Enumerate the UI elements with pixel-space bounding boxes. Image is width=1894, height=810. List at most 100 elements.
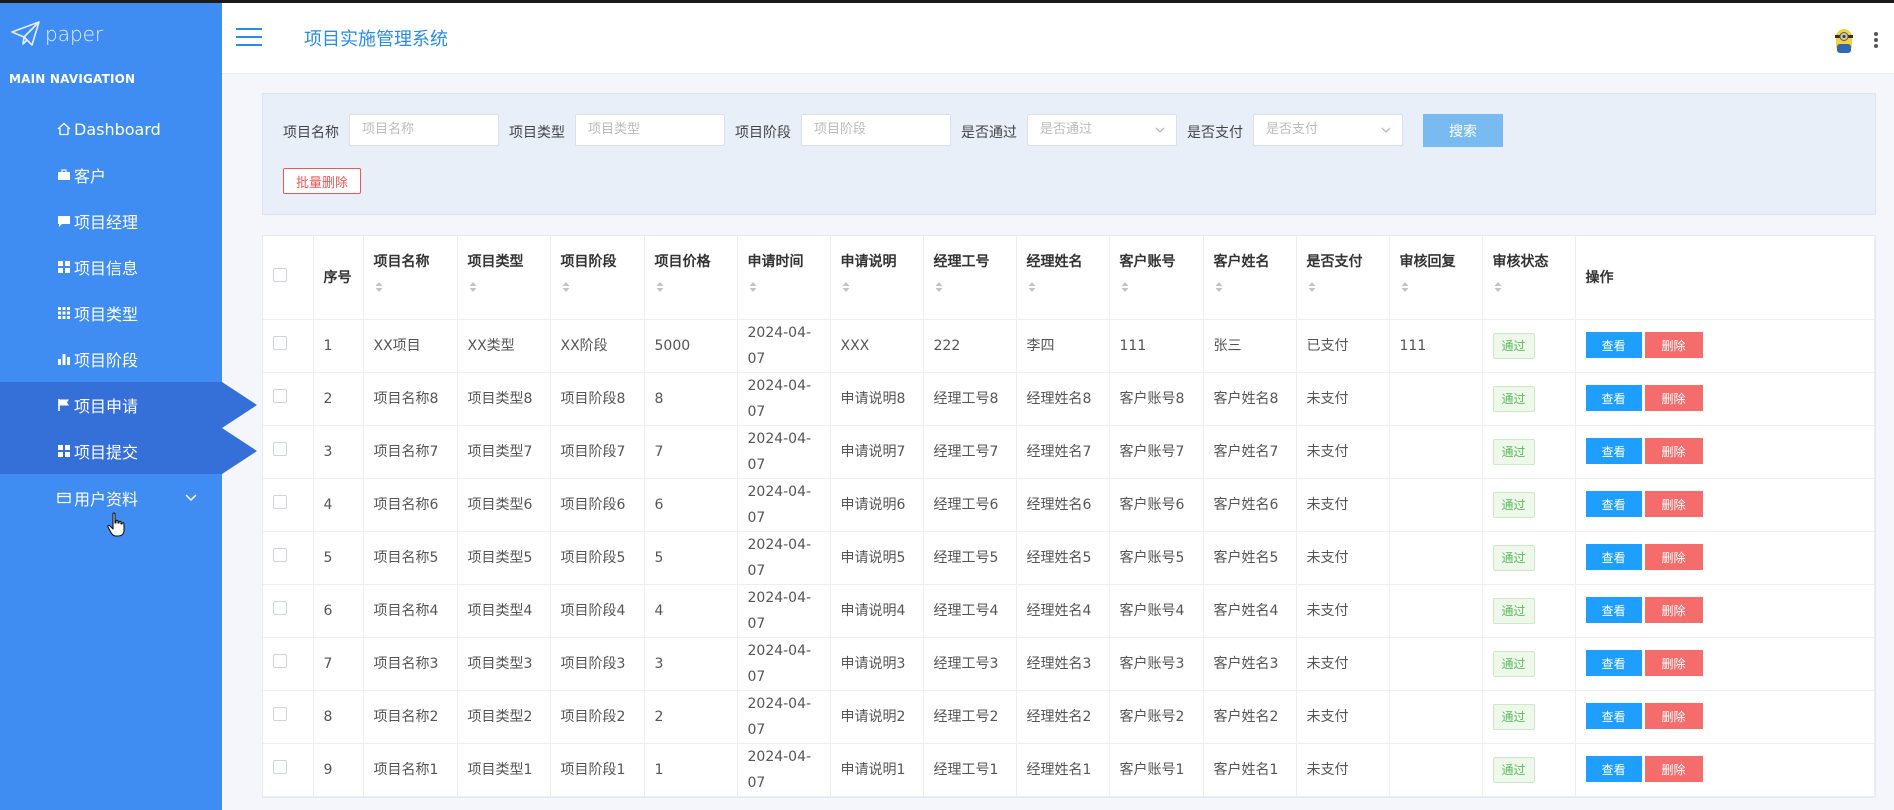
delete-button[interactable]: 删除 — [1644, 703, 1703, 730]
sidebar-item-project-apply[interactable]: 项目申请 — [0, 382, 257, 428]
cell-desc: 申请说明1 — [830, 743, 924, 797]
top-header: 项目实施管理系统 — [222, 3, 1894, 74]
logo[interactable]: paper — [10, 17, 103, 51]
project-stage-input[interactable]: 项目阶段 — [801, 114, 951, 146]
view-button[interactable]: 查看 — [1585, 756, 1642, 783]
cell-stage: 项目阶段5 — [550, 531, 645, 585]
sidebar-item-project-submit[interactable]: 项目提交 — [0, 428, 257, 474]
sort-icon[interactable] — [934, 281, 944, 293]
home-icon — [56, 121, 72, 137]
delete-button[interactable]: 删除 — [1644, 544, 1703, 571]
column-header[interactable]: 项目类型 — [457, 236, 551, 320]
avatar[interactable] — [1832, 25, 1856, 55]
cell-cust-name: 客户姓名7 — [1203, 425, 1297, 479]
view-button[interactable]: 查看 — [1585, 491, 1642, 518]
sidebar-item-customer[interactable]: 客户 — [0, 152, 222, 198]
delete-button[interactable]: 删除 — [1644, 438, 1703, 465]
apps-icon — [56, 305, 72, 321]
hand-cursor-icon — [107, 512, 125, 537]
column-header[interactable]: 审核状态 — [1482, 236, 1576, 320]
delete-button[interactable]: 删除 — [1644, 385, 1703, 412]
row-checkbox[interactable] — [273, 759, 287, 774]
project-name-input[interactable]: 项目名称 — [349, 114, 499, 146]
menu-toggle-icon[interactable] — [236, 28, 262, 48]
view-button[interactable]: 查看 — [1585, 332, 1642, 359]
sort-icon[interactable] — [655, 281, 665, 293]
sidebar-item-project-type[interactable]: 项目类型 — [0, 290, 222, 336]
briefcase-icon — [56, 167, 72, 183]
sidebar-item-label: Dashboard — [74, 119, 161, 139]
row-checkbox[interactable] — [273, 547, 287, 562]
select-all-checkbox[interactable] — [273, 268, 287, 283]
row-checkbox[interactable] — [273, 388, 287, 403]
sort-icon[interactable] — [1400, 281, 1410, 293]
column-header[interactable]: 申请说明 — [830, 236, 924, 320]
sort-icon[interactable] — [374, 281, 384, 293]
sort-icon[interactable] — [1307, 281, 1317, 293]
delete-button[interactable]: 删除 — [1644, 597, 1703, 624]
cell-no: 8 — [313, 690, 364, 744]
batch-delete-button[interactable]: 批量删除 — [283, 168, 361, 194]
cell-time: 2024-04-07 — [737, 690, 831, 744]
cell-desc: 申请说明7 — [830, 425, 924, 479]
sort-icon[interactable] — [748, 281, 758, 293]
column-header[interactable]: 客户姓名 — [1203, 236, 1297, 320]
cell-time: 2024-04-07 — [737, 478, 831, 532]
view-button[interactable]: 查看 — [1585, 385, 1642, 412]
sidebar-item-project-info[interactable]: 项目信息 — [0, 244, 222, 290]
column-header[interactable]: 是否支付 — [1296, 236, 1390, 320]
more-options-icon[interactable] — [1874, 32, 1878, 48]
cell-status: 通过 — [1482, 637, 1576, 691]
cell-status: 通过 — [1482, 743, 1576, 797]
delete-button[interactable]: 删除 — [1644, 491, 1703, 518]
cell-name: 项目名称8 — [363, 372, 458, 426]
delete-button[interactable]: 删除 — [1644, 332, 1703, 359]
delete-button[interactable]: 删除 — [1644, 756, 1703, 783]
column-header[interactable]: 经理工号 — [923, 236, 1017, 320]
column-header[interactable]: 项目价格 — [644, 236, 738, 320]
sort-icon[interactable] — [841, 281, 851, 293]
view-button[interactable]: 查看 — [1585, 703, 1642, 730]
column-header: 序号 — [313, 236, 364, 320]
view-button[interactable]: 查看 — [1585, 650, 1642, 677]
row-checkbox[interactable] — [273, 441, 287, 456]
project-type-input[interactable]: 项目类型 — [575, 114, 725, 146]
row-checkbox[interactable] — [273, 706, 287, 721]
view-button[interactable]: 查看 — [1585, 597, 1642, 624]
column-header[interactable]: 审核回复 — [1389, 236, 1483, 320]
sidebar-item-dashboard[interactable]: Dashboard — [0, 106, 222, 152]
view-button[interactable]: 查看 — [1585, 438, 1642, 465]
cell-time: 2024-04-07 — [737, 637, 831, 691]
cell-name: 项目名称4 — [363, 584, 458, 638]
sort-icon[interactable] — [1027, 281, 1037, 293]
sidebar-item-project-manager[interactable]: 项目经理 — [0, 198, 222, 244]
sort-icon[interactable] — [1493, 281, 1503, 293]
sidebar-item-project-stage[interactable]: 项目阶段 — [0, 336, 222, 382]
row-select-cell — [263, 372, 314, 426]
cell-no: 6 — [313, 584, 364, 638]
table-row: 3 项目名称7 项目类型7 项目阶段7 7 2024-04-07 申请说明7 经理工号7 经理姓… — [263, 425, 1875, 479]
column-header[interactable]: 申请时间 — [737, 236, 831, 320]
cell-status: 通过 — [1482, 319, 1576, 373]
project-type-label: 项目类型 — [509, 125, 565, 141]
column-header[interactable]: 项目名称 — [363, 236, 458, 320]
row-checkbox[interactable] — [273, 600, 287, 615]
column-header[interactable]: 经理姓名 — [1016, 236, 1110, 320]
delete-button[interactable]: 删除 — [1644, 650, 1703, 677]
sort-icon[interactable] — [468, 281, 478, 293]
row-checkbox[interactable] — [273, 494, 287, 509]
search-button[interactable]: 搜索 — [1423, 114, 1503, 147]
column-header[interactable]: 项目阶段 — [550, 236, 645, 320]
sort-icon[interactable] — [1120, 281, 1130, 293]
sort-icon[interactable] — [561, 281, 571, 293]
paid-select[interactable]: 是否支付 — [1253, 114, 1403, 146]
row-checkbox[interactable] — [273, 653, 287, 668]
passed-select[interactable]: 是否通过 — [1027, 114, 1177, 146]
cell-price: 5 — [644, 531, 738, 585]
column-header[interactable]: 客户账号 — [1109, 236, 1204, 320]
sort-icon[interactable] — [1214, 281, 1224, 293]
row-checkbox[interactable] — [273, 335, 287, 350]
cell-status: 通过 — [1482, 531, 1576, 585]
column-header: 操作 — [1575, 236, 1875, 320]
view-button[interactable]: 查看 — [1585, 544, 1642, 571]
